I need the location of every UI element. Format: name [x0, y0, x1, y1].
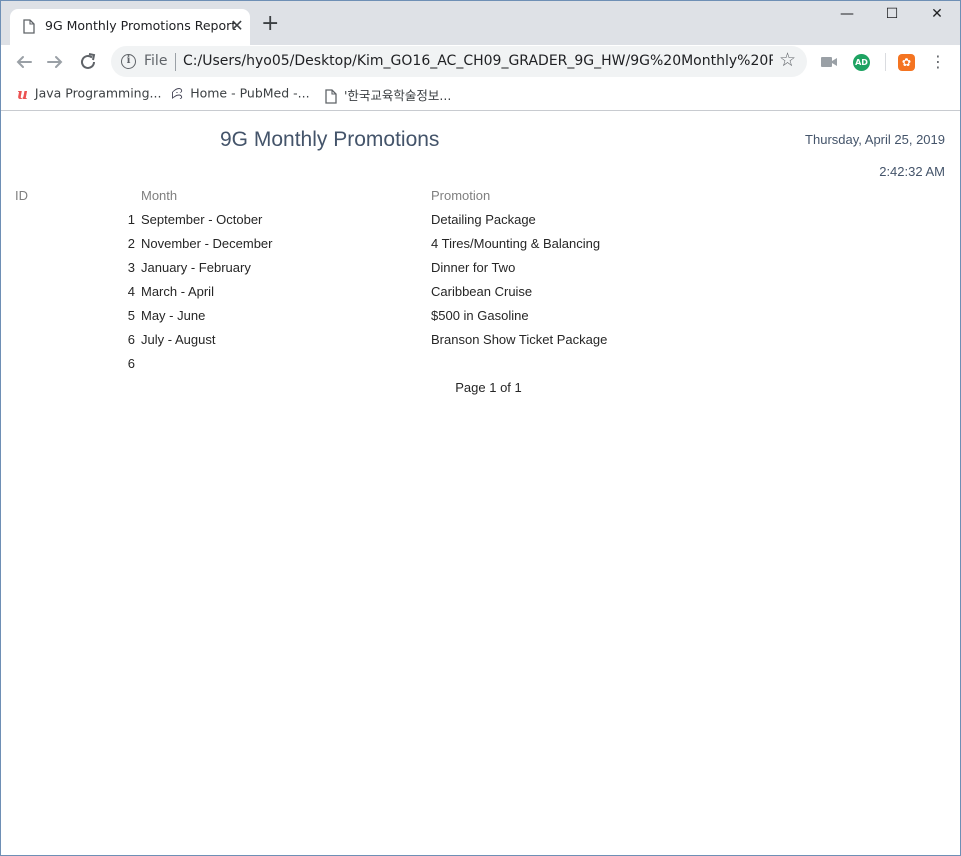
bookmark-korean-education[interactable]: '한국교육학술정보... [325, 85, 451, 104]
row-id: 5 [127, 308, 135, 323]
table-row: 6 July - August Branson Show Ticket Pack… [1, 332, 960, 356]
row-month: May - June [141, 308, 206, 323]
menu-dots-icon[interactable]: ⋮ [930, 53, 946, 71]
total-count: 6 [127, 356, 135, 371]
row-month: November - December [141, 236, 273, 251]
row-id: 6 [127, 332, 135, 347]
row-id: 2 [127, 236, 135, 251]
tab-title: 9G Monthly Promotions Report [45, 18, 237, 33]
extension-divider [885, 53, 886, 71]
row-id: 3 [127, 260, 135, 275]
report-rows: 1 September - October Detailing Package … [1, 212, 960, 380]
report-title: 9G Monthly Promotions [220, 128, 440, 151]
row-promotion: Caribbean Cruise [431, 284, 533, 299]
bookmark-java-programming[interactable]: u Java Programming... [17, 85, 161, 103]
column-header-month: Month [141, 188, 178, 203]
camera-icon[interactable] [821, 56, 837, 68]
column-header-id: ID [15, 188, 28, 203]
page-icon [325, 89, 337, 104]
close-window-button[interactable]: ✕ [914, 6, 960, 22]
browser-tab[interactable]: 9G Monthly Promotions Report ✕ [10, 9, 250, 45]
url-scheme: File [144, 53, 168, 69]
info-icon[interactable]: i [121, 54, 136, 69]
bookmark-star-icon[interactable]: ☆ [779, 49, 796, 71]
bookmark-label: Home - PubMed -... [190, 85, 310, 101]
row-promotion: 4 Tires/Mounting & Balancing [431, 236, 601, 251]
report-page: 9G Monthly Promotions Thursday, April 25… [1, 112, 960, 855]
page-number: Page 1 of 1 [455, 380, 522, 395]
report-time: 2:42:32 AM [879, 164, 945, 179]
column-header-promotion: Promotion [431, 188, 491, 203]
bookmark-label: '한국교육학술정보... [344, 88, 452, 103]
row-month: January - February [141, 260, 251, 275]
bookmark-label: Java Programming... [34, 85, 162, 101]
close-tab-icon[interactable]: ✕ [228, 16, 246, 35]
bookmark-pubmed[interactable]: ꕸ Home - PubMed -... [171, 85, 310, 103]
title-bar: 9G Monthly Promotions Report ✕ + — ☐ ✕ [1, 1, 960, 45]
forward-arrow-icon[interactable] [42, 49, 68, 75]
address-bar[interactable]: i File C:/Users/hyo05/Desktop/Kim_GO16_A… [111, 46, 807, 77]
report-date: Thursday, April 25, 2019 [805, 132, 945, 147]
table-row: 5 May - June $500 in Gasoline [1, 308, 960, 332]
table-row: 2 November - December 4 Tires/Mounting &… [1, 236, 960, 260]
row-promotion: Branson Show Ticket Package [431, 332, 608, 347]
url-text[interactable]: C:/Users/hyo05/Desktop/Kim_GO16_AC_CH09_… [183, 53, 773, 69]
row-promotion: Detailing Package [431, 212, 536, 227]
row-month: September - October [141, 212, 263, 227]
row-id: 4 [127, 284, 135, 299]
maximize-button[interactable]: ☐ [869, 6, 915, 22]
row-month: July - August [141, 332, 216, 347]
reload-icon[interactable] [75, 49, 101, 75]
new-tab-button[interactable]: + [261, 13, 279, 35]
row-promotion: $500 in Gasoline [431, 308, 529, 323]
row-promotion: Dinner for Two [431, 260, 516, 275]
document-icon [23, 19, 35, 34]
total-count-row: 6 [1, 356, 960, 380]
minimize-button[interactable]: — [824, 6, 870, 22]
table-row: 3 January - February Dinner for Two [1, 260, 960, 284]
omnibox-divider [175, 53, 176, 71]
bookmarks-bar: u Java Programming... ꕸ Home - PubMed -...… [1, 79, 960, 111]
row-id: 1 [127, 212, 135, 227]
udemy-icon: u [17, 85, 28, 103]
table-row: 4 March - April Caribbean Cruise [1, 284, 960, 308]
browser-toolbar: i File C:/Users/hyo05/Desktop/Kim_GO16_A… [1, 45, 960, 79]
adblock-extension-icon[interactable]: AD [853, 54, 870, 71]
avast-extension-icon[interactable]: ✿ [898, 54, 915, 71]
back-arrow-icon[interactable] [11, 49, 37, 75]
row-month: March - April [141, 284, 214, 299]
table-row: 1 September - October Detailing Package [1, 212, 960, 236]
pubmed-icon: ꕸ [171, 85, 184, 103]
